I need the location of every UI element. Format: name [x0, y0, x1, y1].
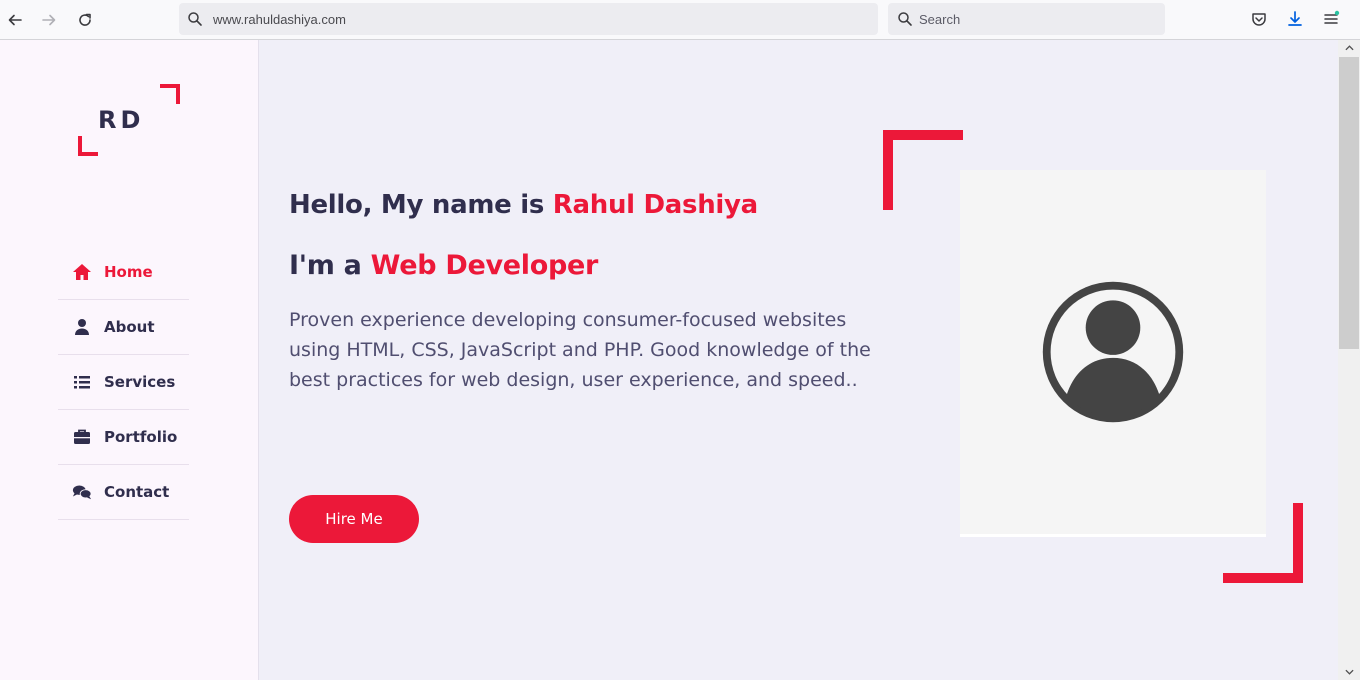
scroll-up-arrow-icon[interactable] [1338, 40, 1360, 56]
sidebar: RD Home About Services Portfolio Contact [0, 40, 259, 680]
nav-item-label: Home [104, 263, 153, 281]
url-text[interactable]: www.rahuldashiya.com [213, 12, 346, 27]
forward-button[interactable] [37, 8, 61, 32]
photo-frame-corner-top-left [883, 130, 963, 210]
nav-item-label: Contact [104, 483, 170, 501]
greeting-prefix: Hello, My name is [289, 190, 553, 220]
menu-icon[interactable] [1322, 10, 1340, 28]
reload-icon [79, 13, 91, 26]
list-icon [72, 373, 92, 391]
user-avatar-icon [1042, 281, 1184, 423]
home-icon [72, 263, 92, 281]
greeting-heading: Hello, My name is Rahul Dashiya [289, 190, 758, 220]
hero-section: Hello, My name is Rahul Dashiya I'm a We… [259, 40, 1338, 680]
briefcase-icon [72, 428, 92, 446]
pocket-icon[interactable] [1250, 10, 1268, 28]
photo-frame-corner-bottom-right [1223, 503, 1303, 583]
main-nav: Home About Services Portfolio Contact [58, 245, 189, 520]
comments-icon [72, 483, 92, 501]
page: RD Home About Services Portfolio Contact… [0, 40, 1338, 680]
back-icon [8, 14, 22, 26]
hero-role: Web Developer [370, 250, 599, 281]
profile-photo [960, 170, 1266, 537]
logo-corner-bottom-left [78, 136, 98, 156]
user-icon [72, 318, 92, 336]
page-scrollbar[interactable] [1338, 40, 1360, 680]
hero-name: Rahul Dashiya [552, 190, 758, 220]
nav-item-label: Services [104, 373, 176, 391]
forward-icon [42, 14, 56, 26]
hire-me-button[interactable]: Hire Me [289, 495, 419, 543]
scrollbar-thumb[interactable] [1339, 57, 1359, 349]
back-button[interactable] [3, 8, 27, 32]
downloads-icon[interactable] [1286, 10, 1304, 28]
reload-button[interactable] [73, 8, 97, 32]
nav-item-home[interactable]: Home [58, 245, 189, 300]
nav-item-about[interactable]: About [58, 300, 189, 355]
role-prefix: I'm a [289, 250, 371, 281]
logo[interactable]: RD [78, 84, 182, 158]
url-bar[interactable]: www.rahuldashiya.com [179, 3, 878, 35]
search-icon [187, 11, 203, 27]
nav-item-portfolio[interactable]: Portfolio [58, 410, 189, 465]
nav-item-services[interactable]: Services [58, 355, 189, 410]
nav-item-contact[interactable]: Contact [58, 465, 189, 520]
search-bar[interactable]: Search [888, 3, 1165, 35]
browser-toolbar: www.rahuldashiya.com Search [0, 0, 1360, 40]
nav-item-label: Portfolio [104, 428, 178, 446]
nav-item-label: About [104, 318, 155, 336]
role-heading: I'm a Web Developer [289, 250, 598, 281]
hero-description: Proven experience developing consumer-fo… [289, 309, 871, 391]
search-placeholder[interactable]: Search [919, 12, 960, 27]
search-icon [897, 11, 913, 27]
logo-text: RD [98, 106, 145, 134]
logo-corner-top-right [160, 84, 180, 104]
scroll-down-arrow-icon[interactable] [1338, 664, 1360, 680]
